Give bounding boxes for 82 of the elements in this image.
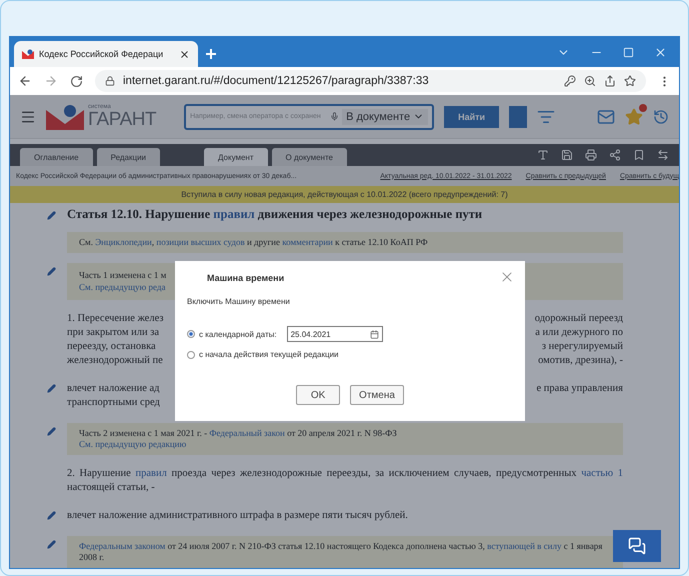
history-icon[interactable] bbox=[653, 108, 669, 124]
arrows-icon[interactable] bbox=[657, 149, 669, 161]
document-tab[interactable]: Документ bbox=[204, 148, 268, 166]
paragraph-fragment: омотив, дрезина), - bbox=[538, 354, 623, 368]
share-icon[interactable] bbox=[609, 149, 621, 161]
paragraph-fragment: з нерегулируемый bbox=[542, 340, 623, 354]
document-link[interactable]: См. предыдущую реда bbox=[79, 282, 166, 292]
pencil-icon[interactable] bbox=[47, 211, 56, 220]
pencil-icon[interactable] bbox=[47, 540, 56, 549]
key-icon[interactable] bbox=[564, 75, 576, 87]
note-box: См. Энциклопедии, позиции высших судов и другие комментарии к статье 12.10 КоАП РФ bbox=[67, 232, 623, 254]
menu-icon[interactable] bbox=[20, 108, 36, 124]
pencil-icon[interactable] bbox=[47, 426, 56, 436]
document-link[interactable]: частью 1 bbox=[581, 468, 623, 480]
document-link[interactable]: См. предыдущую редакцию bbox=[79, 438, 186, 449]
article-heading: Статья 12.10. Нарушение правил движения через железнодорожные пути bbox=[67, 207, 484, 222]
paragraph-fragment: а или дежурного по bbox=[535, 326, 623, 340]
dialog-button[interactable]: OK bbox=[296, 385, 340, 405]
radio-button[interactable] bbox=[187, 330, 195, 338]
save-icon[interactable] bbox=[561, 149, 573, 161]
options-button[interactable] bbox=[509, 106, 528, 128]
paragraph-fragment: при закрытом или за bbox=[67, 326, 160, 340]
paragraph-text: влечет наложение административного штрафа в размере пяти тысяч рублей. bbox=[67, 509, 409, 524]
plus-icon bbox=[205, 48, 217, 60]
dialog-button[interactable]: Отмена bbox=[350, 385, 404, 405]
paragraph-fragment: влечет наложение ад bbox=[67, 382, 160, 396]
document-link[interactable]: позиции высших судов bbox=[156, 237, 245, 247]
browser-tab[interactable]: Кодекс Российской Федераци bbox=[14, 41, 198, 67]
paragraph-fragment: одорожный переезд bbox=[534, 312, 623, 326]
bookmark-icon[interactable] bbox=[633, 149, 645, 161]
microphone-icon[interactable] bbox=[330, 112, 340, 121]
paragraph-fragment: Часть 1 изменена с 1 м bbox=[79, 269, 166, 282]
lock-icon bbox=[105, 76, 115, 86]
paragraph-fragment: железнодорожный пе bbox=[67, 354, 163, 368]
logo-icon bbox=[46, 104, 84, 130]
document-link[interactable]: вступающей в силу bbox=[487, 540, 562, 551]
paragraph-fragment: е права управления bbox=[536, 382, 623, 396]
pencil-icon[interactable] bbox=[47, 511, 56, 520]
radio-button[interactable] bbox=[187, 350, 195, 358]
pencil-icon[interactable] bbox=[47, 267, 56, 276]
maximize-icon[interactable] bbox=[623, 46, 634, 58]
option-label: с начала действия текущей редакции bbox=[199, 350, 338, 359]
star-icon[interactable] bbox=[624, 75, 636, 87]
reload-icon[interactable] bbox=[70, 74, 83, 88]
share-icon[interactable] bbox=[604, 75, 616, 87]
date-field[interactable]: 25.04.2021 bbox=[286, 326, 383, 342]
paragraph-text: 2. Нарушение правил проезда через железнодорожные переезды, за исключением случаев, предусмотренных частью 1 настоящей статьи, - bbox=[67, 467, 623, 496]
close-icon[interactable] bbox=[179, 48, 190, 60]
dialog-title: Машина времени bbox=[207, 273, 284, 283]
favicon-icon bbox=[22, 49, 34, 59]
address-field[interactable]: internet.garant.ru/#/document/12125267/paragraph/3387:33 bbox=[95, 70, 646, 92]
document-tab[interactable]: О документе bbox=[272, 148, 347, 166]
document-link[interactable]: Энциклопедии bbox=[95, 237, 152, 247]
scope-dropdown[interactable]: В документе bbox=[342, 108, 428, 124]
font-size-icon[interactable] bbox=[537, 149, 549, 161]
calendar-icon[interactable] bbox=[370, 330, 379, 338]
document-link[interactable]: правил bbox=[135, 468, 167, 480]
note-box: Часть 2 изменена с 1 мая 2021 г. - Федеральный закон от 20 апреля 2021 г. N 98-ФЗ См. предыдущую редакцию bbox=[67, 422, 623, 456]
document-link[interactable]: Федеральным законом bbox=[79, 540, 166, 551]
chat-button[interactable] bbox=[613, 530, 661, 562]
document-link[interactable]: правил bbox=[213, 207, 255, 221]
tab-title: Кодекс Российской Федераци bbox=[39, 49, 164, 59]
zoom-icon[interactable] bbox=[584, 75, 596, 87]
chat-icon bbox=[628, 537, 646, 555]
document-tab[interactable]: Редакции bbox=[96, 148, 160, 166]
warning-banner: Вступила в силу новая редакция, действующая с 10.01.2022 (всего предупреждений: 7) bbox=[10, 186, 679, 203]
document-link[interactable]: Федеральный закон bbox=[209, 428, 285, 438]
paragraph-fragment: транспортными сред bbox=[67, 396, 160, 410]
document-link[interactable]: комментарии bbox=[282, 237, 333, 247]
paragraph-fragment: переезду, остановка bbox=[67, 340, 156, 354]
forward-icon[interactable] bbox=[44, 74, 58, 88]
paragraph-fragment: 1. Пересечение желез bbox=[67, 312, 164, 326]
find-button[interactable]: Найти bbox=[444, 106, 500, 128]
mail-icon[interactable] bbox=[597, 108, 615, 126]
option-label: с календарной даты: bbox=[199, 330, 277, 338]
dialog-subtitle: Включить Машину времени bbox=[187, 297, 291, 306]
note-box: Федеральным законом от 24 июля 2007 г. N 210-ФЗ статья 12.10 настоящего Кодекса дополнена частью 3, вступающей в силу с 1 января 2008 г. bbox=[67, 536, 623, 568]
document-tab[interactable]: Оглавление bbox=[20, 148, 93, 166]
logo-text: ГАРАНТ bbox=[88, 110, 156, 129]
back-icon[interactable] bbox=[18, 74, 32, 88]
print-icon[interactable] bbox=[585, 149, 597, 161]
pencil-icon[interactable] bbox=[47, 384, 56, 394]
